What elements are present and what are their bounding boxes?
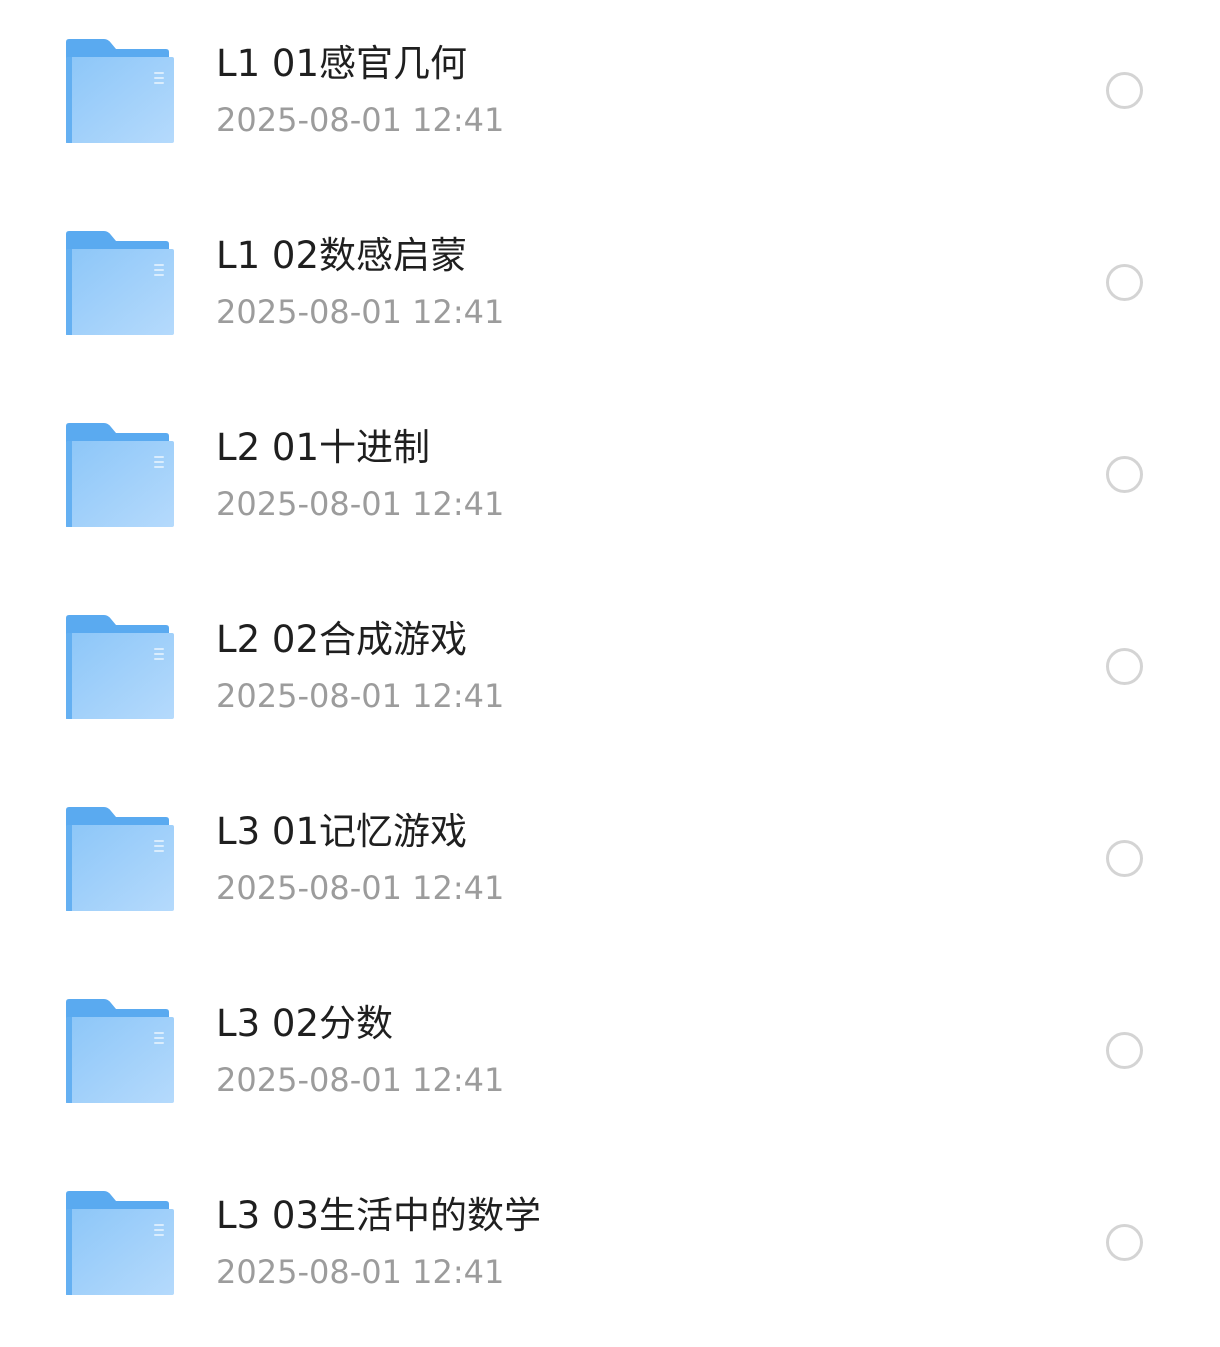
folder-name: L1 02数感启蒙 [216,234,467,277]
folder-date: 2025-08-01 12:41 [216,485,505,523]
select-radio[interactable] [1106,264,1143,301]
select-radio[interactable] [1106,1032,1143,1069]
folder-icon [66,231,174,335]
folder-icon [66,1191,174,1295]
folder-icon [66,615,174,719]
folder-row[interactable]: L3 03生活中的数学 2025-08-01 12:41 [0,1155,1220,1347]
folder-date: 2025-08-01 12:41 [216,677,505,715]
folder-name: L2 02合成游戏 [216,618,467,661]
select-radio[interactable] [1106,72,1143,109]
folder-row[interactable]: L3 01记忆游戏 2025-08-01 12:41 [0,771,1220,963]
folder-row[interactable]: L2 01十进制 2025-08-01 12:41 [0,387,1220,579]
folder-date: 2025-08-01 12:41 [216,869,505,907]
folder-icon [66,807,174,911]
folder-name: L1 01感官几何 [216,42,467,85]
select-radio[interactable] [1106,840,1143,877]
folder-date: 2025-08-01 12:41 [216,1061,505,1099]
folder-row[interactable]: L1 01感官几何 2025-08-01 12:41 [0,3,1220,195]
folder-row[interactable]: L3 02分数 2025-08-01 12:41 [0,963,1220,1155]
folder-name: L3 02分数 [216,1002,393,1045]
folder-name: L3 03生活中的数学 [216,1194,541,1237]
select-radio[interactable] [1106,648,1143,685]
folder-icon [66,999,174,1103]
select-radio[interactable] [1106,456,1143,493]
select-radio[interactable] [1106,1224,1143,1261]
folder-row[interactable]: L1 02数感启蒙 2025-08-01 12:41 [0,195,1220,387]
folder-name: L3 01记忆游戏 [216,810,467,853]
folder-row[interactable]: L2 02合成游戏 2025-08-01 12:41 [0,579,1220,771]
folder-icon [66,39,174,143]
folder-icon [66,423,174,527]
folder-name: L2 01十进制 [216,426,430,469]
folder-date: 2025-08-01 12:41 [216,293,505,331]
folder-date: 2025-08-01 12:41 [216,101,505,139]
folder-date: 2025-08-01 12:41 [216,1253,505,1291]
